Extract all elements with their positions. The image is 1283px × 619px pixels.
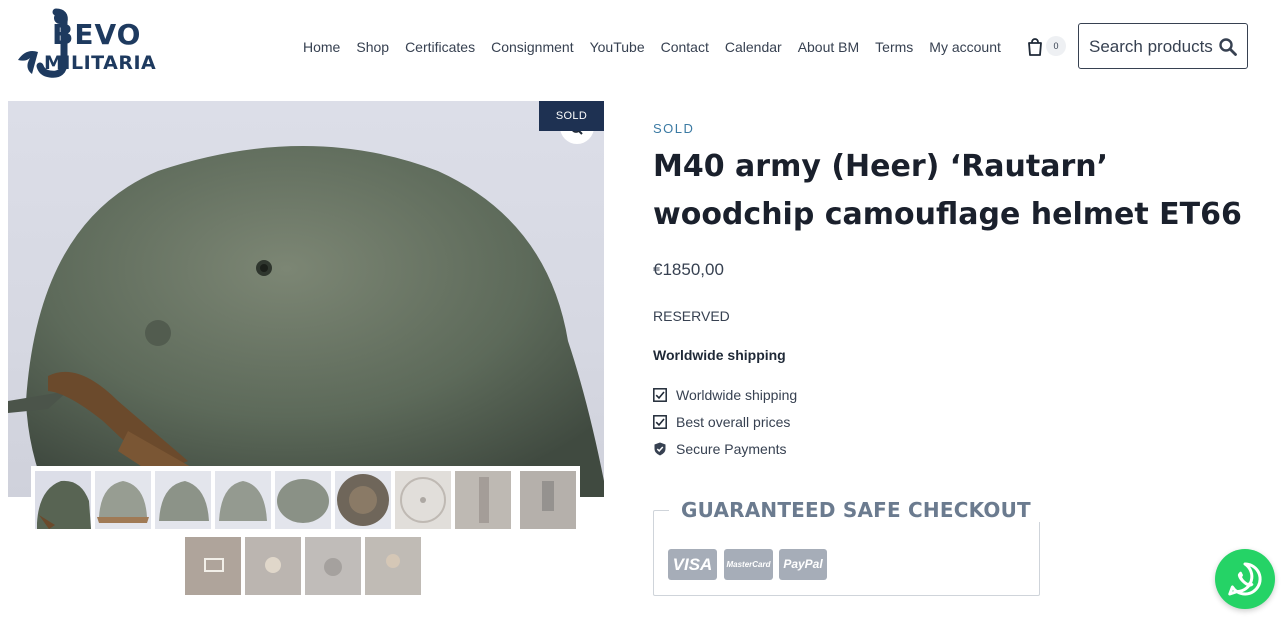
main-navigation: Home Shop Certificates Consignment YouTu… bbox=[295, 38, 1009, 56]
logo-text-bevo: BEVO bbox=[52, 18, 142, 51]
thumbnail-11[interactable] bbox=[245, 537, 301, 595]
logo-text-militaria: MILITARIA bbox=[44, 52, 157, 74]
whatsapp-icon bbox=[1228, 562, 1262, 596]
nav-about-bm[interactable]: About BM bbox=[790, 38, 867, 56]
thumbnail-4[interactable] bbox=[215, 471, 271, 529]
thumbnail-6[interactable] bbox=[335, 471, 391, 529]
thumbnail-5[interactable] bbox=[275, 471, 331, 529]
thumbnail-image bbox=[185, 537, 241, 595]
product-title: M40 army (Heer) ‘Rautarn’ woodchip camou… bbox=[653, 149, 1242, 232]
nav-calendar[interactable]: Calendar bbox=[717, 38, 790, 56]
thumbnail-image bbox=[275, 471, 331, 529]
shipping-heading: Worldwide shipping bbox=[653, 347, 786, 363]
nav-home[interactable]: Home bbox=[295, 38, 348, 56]
sold-badge: SOLD bbox=[539, 101, 604, 131]
thumbnail-image bbox=[155, 471, 211, 529]
product-main-image[interactable] bbox=[8, 101, 604, 497]
nav-consignment[interactable]: Consignment bbox=[483, 38, 582, 56]
thumbnail-7[interactable] bbox=[395, 471, 451, 529]
product-price: €1850,00 bbox=[653, 260, 724, 279]
thumbnail-9[interactable] bbox=[520, 471, 576, 529]
cart-count-badge: 0 bbox=[1046, 36, 1066, 56]
thumbnail-8[interactable] bbox=[455, 471, 511, 529]
helmet-photo bbox=[8, 146, 604, 497]
paypal-logo: PayPal bbox=[779, 549, 827, 580]
visa-logo: VISA bbox=[668, 549, 717, 580]
thumbnail-3[interactable] bbox=[155, 471, 211, 529]
search-icon bbox=[1219, 38, 1237, 56]
checkbox-icon bbox=[653, 415, 667, 429]
feature-best-prices: Best overall prices bbox=[653, 414, 790, 430]
thumbnail-image bbox=[35, 471, 91, 529]
site-logo[interactable]: BEVO MILITARIA bbox=[12, 8, 157, 80]
thumbnail-image bbox=[455, 471, 511, 529]
nav-terms[interactable]: Terms bbox=[867, 38, 921, 56]
search-products-button[interactable]: Search products bbox=[1078, 23, 1248, 69]
thumbnail-image bbox=[245, 537, 301, 595]
thumbnail-image bbox=[95, 471, 151, 529]
feature-label: Best overall prices bbox=[676, 414, 791, 430]
thumbnail-2[interactable] bbox=[95, 471, 151, 529]
feature-label: Secure Payments bbox=[676, 441, 787, 457]
mastercard-logo: MasterCard bbox=[724, 549, 773, 580]
feature-secure-payments: Secure Payments bbox=[653, 441, 787, 457]
nav-shop[interactable]: Shop bbox=[348, 38, 397, 56]
thumbnail-image bbox=[215, 471, 271, 529]
thumbnail-image bbox=[335, 471, 391, 529]
thumbnail-image bbox=[305, 537, 361, 595]
availability-text: RESERVED bbox=[653, 308, 730, 324]
thumbnail-10[interactable] bbox=[185, 537, 241, 595]
thumbnail-image bbox=[395, 471, 451, 529]
thumbnail-1[interactable] bbox=[35, 471, 91, 529]
checkbox-icon bbox=[653, 388, 667, 402]
nav-my-account[interactable]: My account bbox=[921, 38, 1009, 56]
feature-worldwide-shipping: Worldwide shipping bbox=[653, 387, 797, 403]
shopping-bag-icon bbox=[1028, 38, 1042, 56]
safe-checkout-title: GUARANTEED SAFE CHECKOUT bbox=[669, 498, 1043, 522]
thumbnail-13[interactable] bbox=[365, 537, 421, 595]
cart-button[interactable]: 0 bbox=[1026, 36, 1070, 58]
whatsapp-chat-button[interactable] bbox=[1215, 549, 1275, 609]
nav-certificates[interactable]: Certificates bbox=[397, 38, 483, 56]
thumbnail-image bbox=[365, 537, 421, 595]
feature-label: Worldwide shipping bbox=[676, 387, 798, 403]
nav-contact[interactable]: Contact bbox=[653, 38, 717, 56]
search-label: Search products bbox=[1089, 37, 1213, 56]
thumbnail-12[interactable] bbox=[305, 537, 361, 595]
nav-youtube[interactable]: YouTube bbox=[582, 38, 653, 56]
stock-status-label: SOLD bbox=[653, 121, 695, 136]
thumbnail-image bbox=[520, 471, 576, 529]
shield-check-icon bbox=[654, 442, 666, 456]
